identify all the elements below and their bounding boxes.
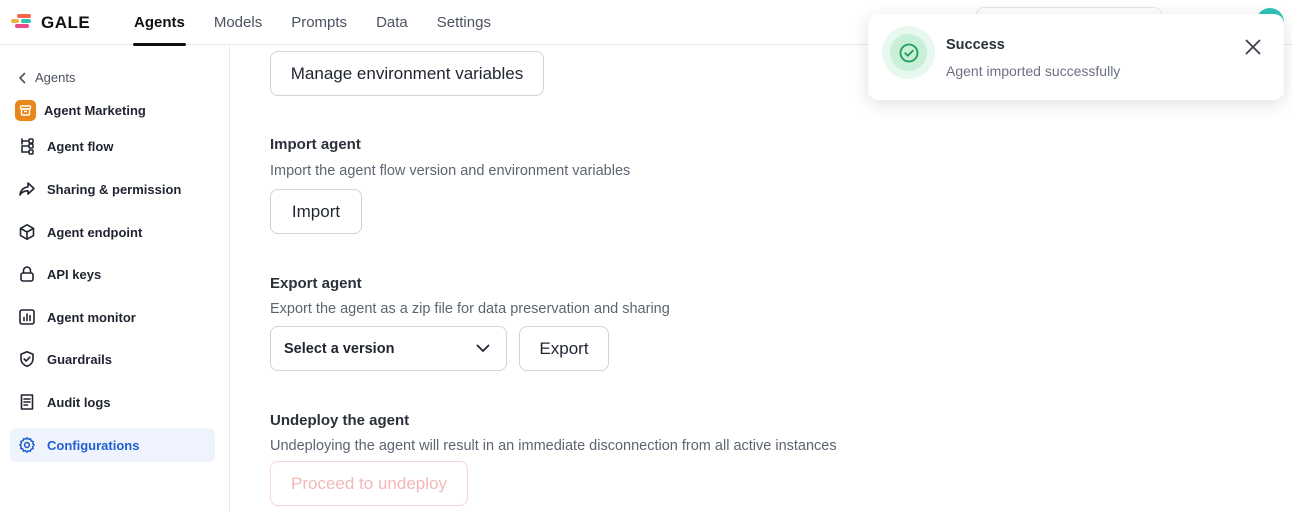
nav-tab-settings[interactable]: Settings: [437, 0, 491, 45]
nav-tab-prompts[interactable]: Prompts: [291, 0, 347, 45]
sidebar-item-configurations[interactable]: Configurations: [10, 428, 215, 462]
success-toast: Success Agent imported successfully: [868, 14, 1284, 100]
sidebar-item-label: Agent endpoint: [47, 224, 143, 240]
toast-message: Agent imported successfully: [946, 63, 1121, 79]
nav-tab-data[interactable]: Data: [376, 0, 408, 45]
manage-env-variables-button[interactable]: Manage environment variables: [270, 51, 544, 96]
sidebar-item-label: Agent flow: [47, 138, 114, 154]
import-section-description: Import the agent flow version and enviro…: [270, 163, 631, 179]
agent-avatar-icon: [15, 100, 36, 121]
import-section-title: Import agent: [270, 136, 361, 153]
cube-icon: [19, 224, 35, 240]
chevron-down-icon: [476, 344, 490, 352]
sidebar-item-label: Sharing & permission: [47, 181, 182, 197]
export-button[interactable]: Export: [519, 326, 609, 371]
success-check-icon: [882, 26, 935, 79]
brand-name: GALE: [41, 13, 91, 32]
lock-icon: [20, 266, 34, 282]
sidebar-item-label: Configurations: [47, 437, 140, 453]
share-icon: [19, 182, 35, 196]
sidebar-item-monitor[interactable]: Agent monitor: [10, 300, 215, 334]
sidebar-item-label: Guardrails: [47, 351, 113, 367]
agent-name: Agent Marketing: [44, 103, 146, 118]
nav-tab-models[interactable]: Models: [214, 0, 262, 45]
sidebar: Agents Agent Marketing Agent flow Sharin…: [0, 46, 230, 512]
proceed-to-undeploy-button[interactable]: Proceed to undeploy: [270, 461, 468, 506]
sidebar-item-api-keys[interactable]: API keys: [10, 257, 215, 291]
document-icon: [20, 394, 34, 410]
close-icon[interactable]: [1242, 36, 1264, 58]
shield-icon: [20, 351, 34, 367]
sidebar-item-audit-logs[interactable]: Audit logs: [10, 385, 215, 419]
main-nav: Agents Models Prompts Data Settings: [133, 0, 520, 46]
sidebar-item-label: Agent monitor: [47, 309, 136, 325]
nav-tab-agents[interactable]: Agents: [133, 0, 186, 46]
version-select-placeholder: Select a version: [284, 340, 395, 357]
import-button[interactable]: Import: [270, 189, 362, 234]
gear-icon: [19, 437, 35, 453]
sidebar-item-label: API keys: [47, 266, 102, 282]
undeploy-section-description: Undeploying the agent will result in an …: [270, 438, 837, 454]
toast-title: Success: [946, 37, 1005, 53]
sidebar-item-endpoint[interactable]: Agent endpoint: [10, 215, 215, 249]
version-select[interactable]: Select a version: [270, 326, 507, 371]
chart-icon: [19, 309, 35, 325]
undeploy-section-title: Undeploy the agent: [270, 412, 410, 429]
export-section-description: Export the agent as a zip file for data …: [270, 301, 670, 317]
chevron-left-icon: [19, 72, 26, 83]
gale-logo-icon: [11, 14, 33, 32]
agent-header: Agent Marketing: [15, 100, 146, 121]
brand-logo[interactable]: GALE: [11, 13, 90, 33]
sidebar-item-agent-flow[interactable]: Agent flow: [10, 129, 215, 163]
flow-icon: [21, 138, 34, 155]
sidebar-item-label: Audit logs: [47, 394, 111, 410]
sidebar-item-sharing[interactable]: Sharing & permission: [10, 172, 215, 206]
export-section-title: Export agent: [270, 275, 362, 292]
back-link-label: Agents: [35, 70, 76, 85]
sidebar-item-guardrails[interactable]: Guardrails: [10, 342, 215, 376]
back-link[interactable]: Agents: [18, 70, 75, 85]
